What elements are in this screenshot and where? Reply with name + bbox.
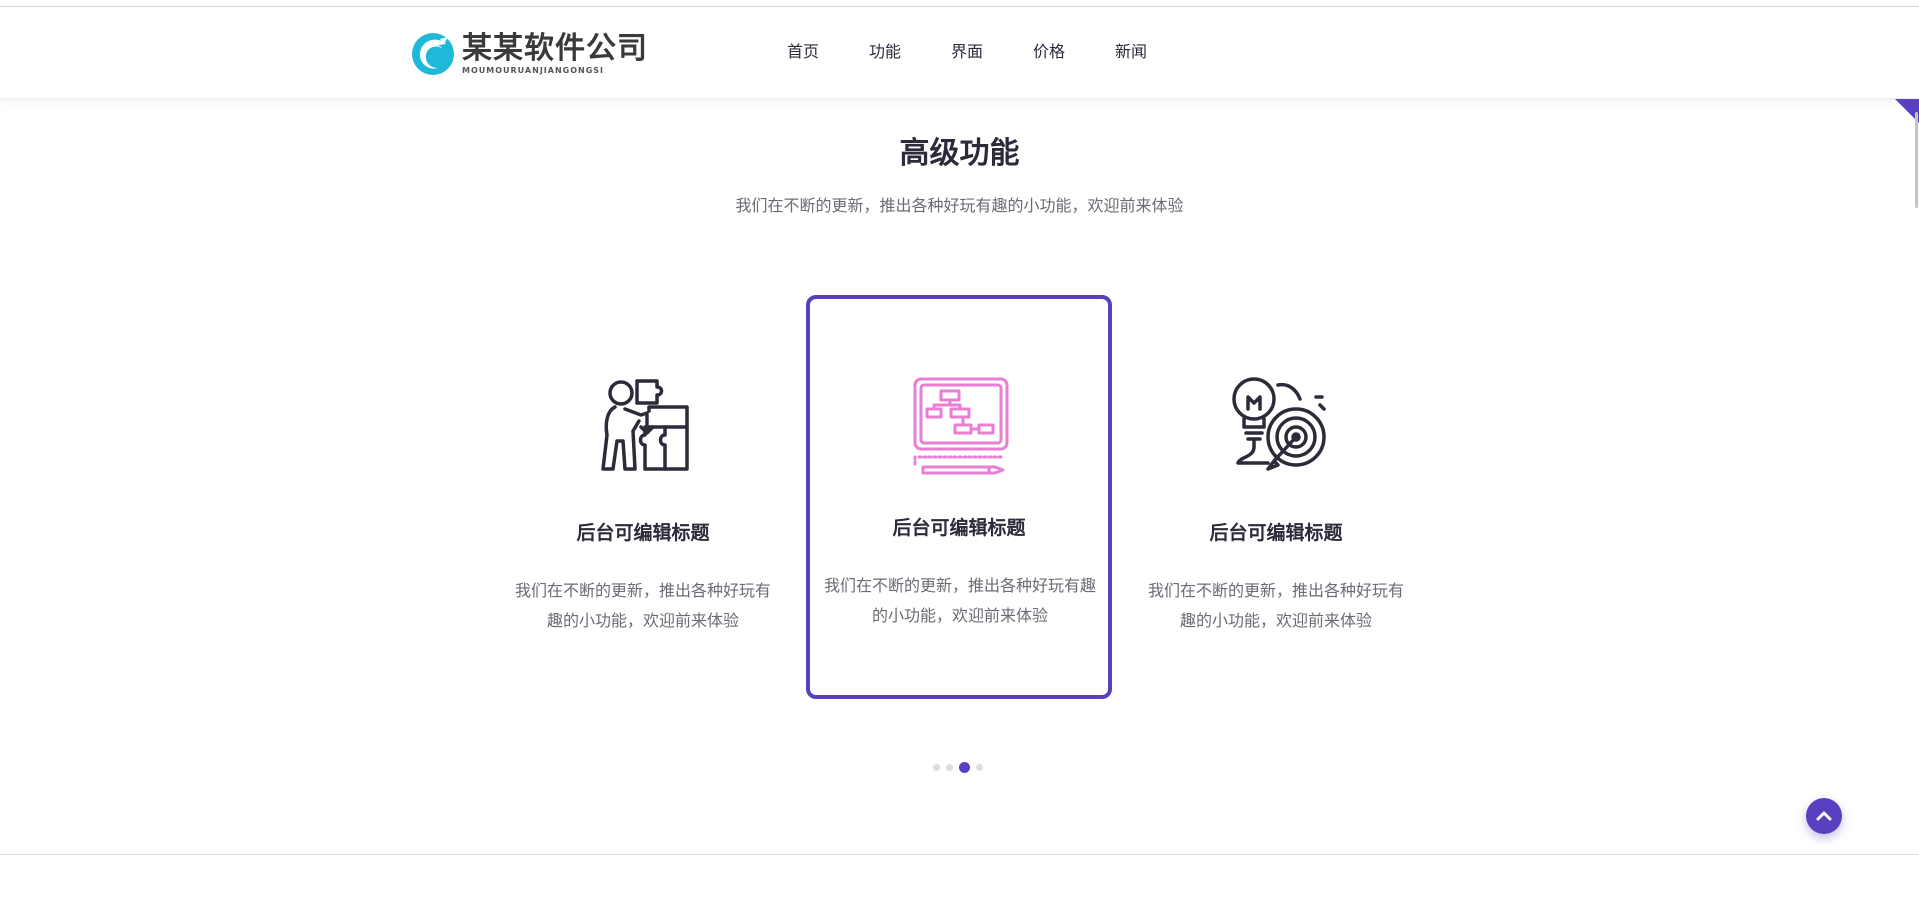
brand-text: 某某软件公司 MOUMOURUANJIANGONGSI [462, 31, 648, 76]
carousel-pagination [933, 762, 989, 773]
feature-card[interactable]: 后台可编辑标题 我们在不断的更新，推出各种好玩有趣的小功能，欢迎前来体验 [490, 295, 796, 699]
swirl-logo-icon [412, 33, 454, 75]
feature-card-title: 后台可编辑标题 [892, 517, 1026, 539]
nav-item-interface[interactable]: 界面 [926, 37, 1008, 67]
carousel-dot[interactable] [976, 764, 983, 771]
feature-card-desc: 我们在不断的更新，推出各种好玩有趣的小功能，欢迎前来体验 [514, 581, 771, 630]
carousel-dot[interactable] [933, 764, 940, 771]
brand-name-cn: 某某软件公司 [462, 31, 648, 66]
feature-card[interactable]: 后台可编辑标题 我们在不断的更新，推出各种好玩有趣的小功能，欢迎前来体验 [1123, 295, 1429, 699]
section-subtitle: 我们在不断的更新，推出各种好玩有趣的小功能，欢迎前来体验 [735, 196, 1184, 215]
carousel-dot[interactable] [946, 764, 953, 771]
feature-card-title: 后台可编辑标题 [1209, 522, 1343, 544]
site-header: 某某软件公司 MOUMOURUANJIANGONGSI 首页 功能 界面 价格 … [0, 7, 1919, 99]
section-title: 高级功能 [899, 136, 1020, 171]
carousel-dot-active[interactable] [959, 762, 970, 773]
nav-item-home[interactable]: 首页 [762, 37, 844, 67]
puzzle-person-icon [601, 379, 689, 471]
nav-item-pricing[interactable]: 价格 [1008, 37, 1090, 67]
feature-card-desc: 我们在不断的更新，推出各种好玩有趣的小功能，欢迎前来体验 [1147, 581, 1404, 630]
back-to-top-button[interactable] [1806, 798, 1842, 834]
feature-card-desc: 我们在不断的更新，推出各种好玩有趣的小功能，欢迎前来体验 [823, 576, 1096, 625]
lightbulb-target-icon [1232, 377, 1326, 471]
nav-item-features[interactable]: 功能 [844, 37, 926, 67]
feature-card-title: 后台可编辑标题 [576, 522, 710, 544]
brand-logo[interactable]: 某某软件公司 MOUMOURUANJIANGONGSI [410, 31, 648, 77]
feature-card-active[interactable]: 后台可编辑标题 我们在不断的更新，推出各种好玩有趣的小功能，欢迎前来体验 [806, 295, 1112, 699]
brand-name-en: MOUMOURUANJIANGONGSI [462, 66, 605, 75]
chevron-up-icon [1816, 811, 1832, 821]
tablet-flowchart-icon [913, 377, 1009, 475]
main-nav: 首页 功能 界面 价格 新闻 [762, 37, 1172, 67]
nav-item-news[interactable]: 新闻 [1090, 37, 1172, 67]
section-divider [0, 854, 1919, 855]
